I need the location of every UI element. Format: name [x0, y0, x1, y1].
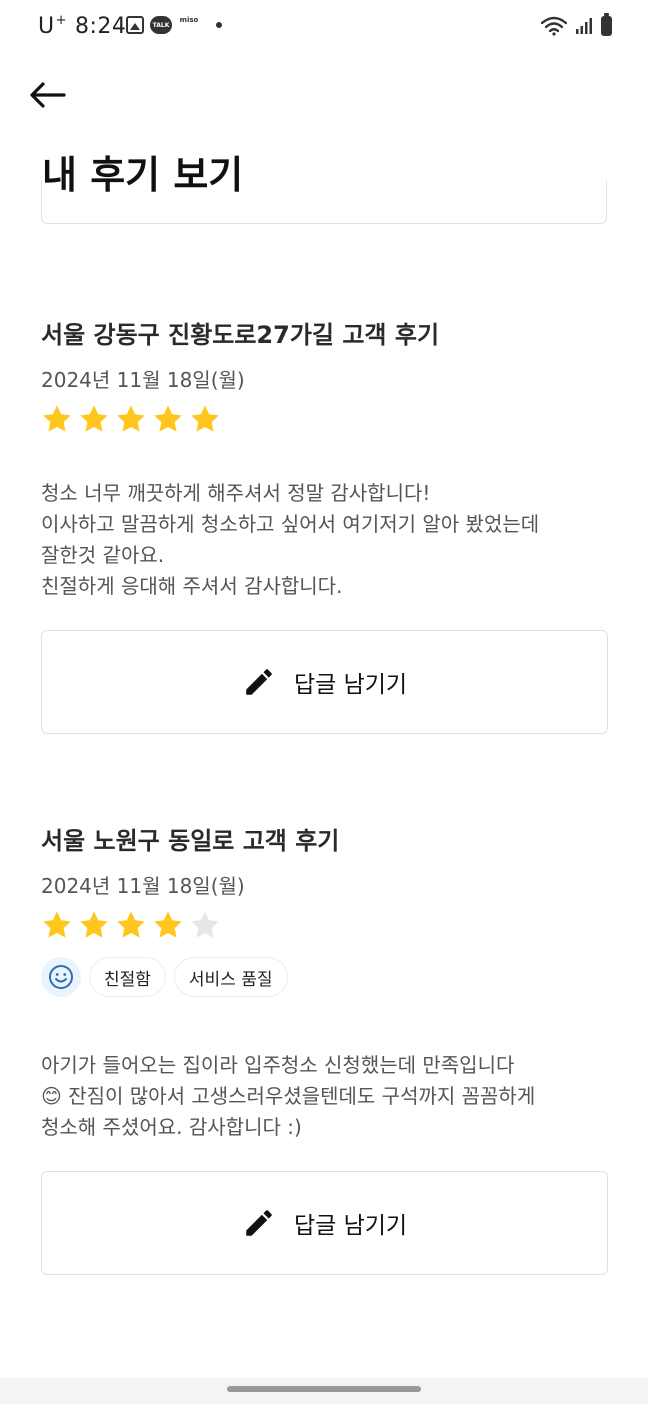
status-bar: U+ 8:24 TALK miso [0, 0, 648, 56]
reply-button-label: 답글 남기기 [293, 1213, 408, 1239]
star-filled-icon [117, 911, 145, 938]
battery-icon [601, 13, 612, 36]
star-filled-icon [43, 911, 71, 938]
status-carrier: U+ 8:24 [38, 13, 127, 39]
review-title: 서울 노원구 동일로 고객 후기 [41, 827, 340, 855]
review-card: 서울 노원구 동일로 고객 후기 2024년 11월 18일(월) 친절함 서비… [41, 824, 608, 1275]
kakaotalk-icon: TALK [150, 16, 172, 34]
star-rating [41, 402, 608, 436]
review-body: 청소 너무 깨끗하게 해주셔서 정말 감사합니다! 이사하고 말끔하게 청소하고… [41, 481, 540, 598]
status-time: 8:24 [75, 14, 127, 39]
reply-button[interactable]: 답글 남기기 [41, 1171, 608, 1275]
reply-button[interactable]: 답글 남기기 [41, 630, 608, 734]
star-filled-icon [43, 405, 71, 432]
back-button[interactable] [28, 78, 68, 112]
miso-icon: miso [179, 16, 199, 24]
reply-button-label: 답글 남기기 [293, 672, 408, 698]
more-notifications-dot-icon [216, 22, 222, 28]
star-empty-icon [191, 911, 219, 938]
review-date: 2024년 11월 18일(월) [41, 368, 245, 392]
previous-card-edge [41, 180, 607, 224]
wifi-icon [541, 16, 567, 36]
signal-icon [576, 18, 592, 34]
star-filled-icon [154, 405, 182, 432]
star-filled-icon [80, 911, 108, 938]
pencil-icon [246, 669, 272, 695]
tag-chip: 친절함 [89, 957, 166, 997]
star-filled-icon [154, 911, 182, 938]
star-filled-icon [117, 405, 145, 432]
star-rating [41, 908, 608, 942]
star-filled-icon [191, 405, 219, 432]
review-date: 2024년 11월 18일(월) [41, 874, 245, 898]
arrow-left-icon [30, 82, 66, 108]
pencil-icon [246, 1210, 272, 1236]
review-card: 서울 강동구 진황도로27가길 고객 후기 2024년 11월 18일(월) 청… [41, 318, 608, 734]
review-body: 아기가 들어오는 집이라 입주청소 신청했는데 만족입니다 😊 잔짐이 많아서 … [41, 1053, 536, 1139]
gallery-icon [126, 16, 144, 34]
star-filled-icon [80, 405, 108, 432]
notification-icons: TALK miso [126, 16, 222, 34]
navigation-bar [0, 1378, 648, 1404]
system-icons [541, 13, 612, 36]
smile-icon [41, 957, 81, 997]
review-tags: 친절함 서비스 품질 [41, 956, 608, 998]
home-indicator[interactable] [227, 1386, 421, 1392]
review-title: 서울 강동구 진황도로27가길 고객 후기 [41, 321, 440, 349]
tag-chip: 서비스 품질 [173, 957, 288, 997]
